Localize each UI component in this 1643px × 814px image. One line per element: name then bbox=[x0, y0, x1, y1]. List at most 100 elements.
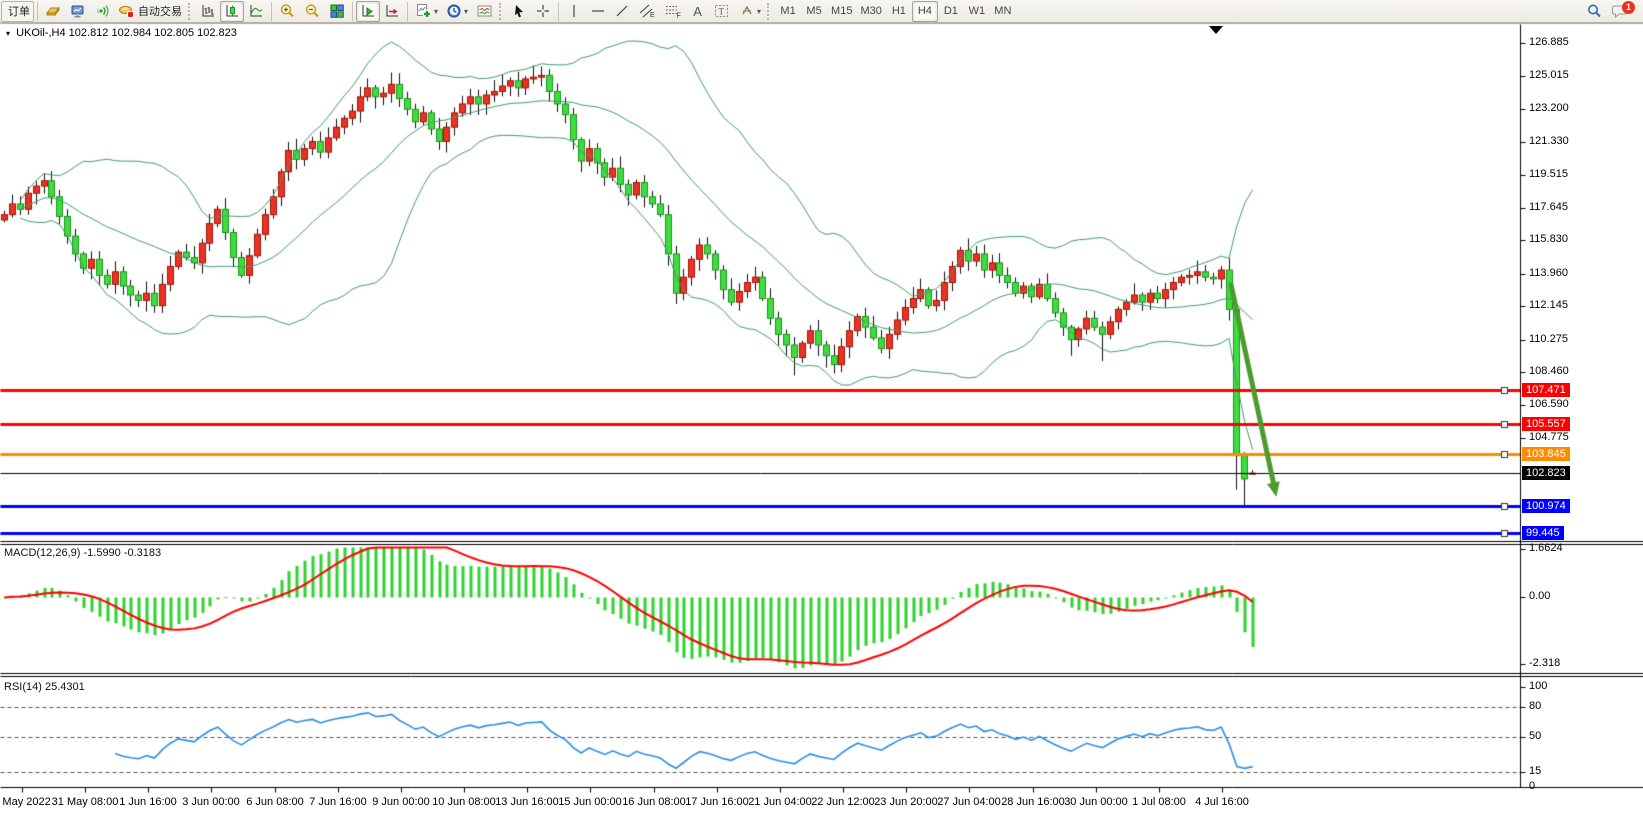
timeframe-button-MN[interactable]: MN bbox=[990, 1, 1016, 22]
dropdown-caret-icon: ▾ bbox=[434, 7, 438, 16]
bar-chart-button[interactable] bbox=[196, 1, 220, 22]
time-axis-label: 6 Jun 08:00 bbox=[246, 796, 304, 808]
timeframe-button-D1[interactable]: D1 bbox=[938, 1, 964, 22]
autotrading-label: 自动交易 bbox=[138, 3, 182, 19]
arrows-button[interactable]: ▾ bbox=[735, 1, 765, 22]
chart-shift-button[interactable] bbox=[380, 1, 404, 22]
chart-symbol-period: UKOil-,H4 bbox=[16, 27, 66, 39]
auto-scroll-button[interactable] bbox=[356, 1, 380, 22]
templates-button[interactable] bbox=[472, 1, 497, 22]
time-axis-label: 13 Jun 16:00 bbox=[495, 796, 559, 808]
rsi-name: RSI(14) bbox=[4, 681, 42, 693]
horizontal-line-icon bbox=[590, 3, 606, 19]
text-label-icon: T bbox=[713, 3, 731, 19]
price-axis-label: 110.275 bbox=[1529, 333, 1568, 345]
dropdown-caret-icon: ▾ bbox=[464, 7, 468, 16]
notifications-button[interactable]: 1 bbox=[1607, 1, 1633, 22]
horizontal-line-button[interactable] bbox=[586, 1, 610, 22]
toolbar-separator bbox=[271, 2, 272, 21]
price-line-badge: 99.445 bbox=[1522, 526, 1564, 540]
toolbar-drag-handle bbox=[188, 3, 193, 20]
mt4-window: 订单 自动交易 bbox=[0, 0, 1643, 814]
periods-clock-icon bbox=[446, 3, 462, 19]
new-chart-icon bbox=[415, 3, 432, 19]
fibonacci-button[interactable]: F bbox=[660, 1, 686, 22]
line-chart-button[interactable] bbox=[244, 1, 268, 22]
chart-area: ▾ UKOil-,H4 102.812 102.984 102.805 102.… bbox=[0, 23, 1643, 814]
new-chart-button[interactable]: ▾ bbox=[411, 1, 442, 22]
time-axis-label: 28 Jun 16:00 bbox=[1001, 796, 1065, 808]
timeframe-button-M5[interactable]: M5 bbox=[801, 1, 827, 22]
price-axis-label: 104.775 bbox=[1529, 431, 1569, 443]
notification-count-badge: 1 bbox=[1622, 1, 1635, 14]
chart-title: ▾ UKOil-,H4 102.812 102.984 102.805 102.… bbox=[6, 27, 237, 39]
chart-canvas[interactable] bbox=[0, 23, 1643, 814]
dropdown-caret-icon: ▾ bbox=[757, 7, 761, 16]
time-axis-label: 3 Jun 00:00 bbox=[182, 796, 240, 808]
signals-button[interactable] bbox=[90, 1, 114, 22]
market-watch-icon bbox=[70, 3, 86, 19]
zoom-in-button[interactable] bbox=[275, 1, 300, 22]
periods-button[interactable]: ▾ bbox=[442, 1, 472, 22]
rsi-axis-label: 15 bbox=[1529, 765, 1541, 777]
cursor-button[interactable] bbox=[507, 1, 531, 22]
chart-shift-marker-icon[interactable] bbox=[1209, 26, 1223, 34]
equidistant-channel-button[interactable]: E bbox=[634, 1, 660, 22]
macd-indicator-label: MACD(12,26,9) -1.5990 -0.3183 bbox=[4, 547, 161, 559]
price-axis-label: 123.200 bbox=[1529, 102, 1569, 114]
timeframe-button-H1[interactable]: H1 bbox=[886, 1, 912, 22]
zoom-out-button[interactable] bbox=[300, 1, 325, 22]
zoom-out-icon bbox=[304, 3, 321, 19]
time-axis-label: 27 Jun 04:00 bbox=[937, 796, 1001, 808]
search-button[interactable] bbox=[1582, 1, 1607, 22]
timeframe-button-H4[interactable]: H4 bbox=[912, 1, 938, 22]
rsi-value: 25.4301 bbox=[45, 681, 85, 693]
svg-text:E: E bbox=[650, 12, 655, 19]
toolbar-separator bbox=[407, 2, 408, 21]
crosshair-button[interactable] bbox=[531, 1, 555, 22]
timeframe-toolbar: M1M5M15M30H1H4D1W1MN bbox=[775, 1, 1016, 22]
text-label-button[interactable]: T bbox=[709, 1, 735, 22]
time-axis-label: 10 Jun 08:00 bbox=[432, 796, 496, 808]
macd-axis-label: -2.318 bbox=[1529, 657, 1560, 669]
tile-windows-button[interactable] bbox=[325, 1, 349, 22]
zoom-in-icon bbox=[279, 3, 296, 19]
text-button[interactable]: A bbox=[686, 1, 709, 22]
price-line-badge: 100.974 bbox=[1522, 499, 1570, 513]
price-axis-label: 112.145 bbox=[1529, 299, 1568, 311]
charts-gold-button[interactable] bbox=[41, 1, 66, 22]
autotrading-icon bbox=[118, 3, 135, 19]
time-axis-label: 23 Jun 20:00 bbox=[874, 796, 938, 808]
autotrading-button[interactable]: 自动交易 bbox=[114, 1, 186, 22]
tile-windows-icon bbox=[329, 3, 345, 19]
timeframe-button-M1[interactable]: M1 bbox=[775, 1, 801, 22]
toolbar-drag-handle bbox=[767, 3, 772, 20]
svg-text:F: F bbox=[677, 13, 681, 20]
vertical-line-button[interactable] bbox=[562, 1, 586, 22]
trendline-button[interactable] bbox=[610, 1, 634, 22]
rsi-axis-label: 50 bbox=[1529, 730, 1541, 742]
timeframe-button-M30[interactable]: M30 bbox=[856, 1, 885, 22]
candlestick-button[interactable] bbox=[220, 1, 244, 22]
signals-icon bbox=[94, 3, 110, 19]
price-line-badge: 107.471 bbox=[1522, 383, 1570, 397]
timeframe-button-W1[interactable]: W1 bbox=[964, 1, 990, 22]
one-click-trading-caret-icon[interactable]: ▾ bbox=[6, 29, 10, 38]
toolbar-drag-handle bbox=[499, 3, 504, 20]
arrows-icon bbox=[739, 3, 755, 19]
cursor-icon bbox=[511, 3, 527, 19]
price-axis-label: 108.460 bbox=[1529, 365, 1569, 377]
new-order-label: 订单 bbox=[8, 3, 30, 19]
price-line-badge: 105.557 bbox=[1522, 417, 1570, 431]
rsi-axis-label: 100 bbox=[1529, 680, 1547, 692]
timeframe-button-M15[interactable]: M15 bbox=[827, 1, 856, 22]
time-axis-label: 9 Jun 00:00 bbox=[372, 796, 430, 808]
price-axis-label: 117.645 bbox=[1529, 201, 1568, 213]
vertical-line-icon bbox=[566, 3, 582, 19]
macd-axis-label: 0.00 bbox=[1529, 590, 1550, 602]
market-watch-button[interactable] bbox=[66, 1, 90, 22]
new-order-button[interactable]: 订单 bbox=[1, 1, 34, 22]
search-icon bbox=[1586, 3, 1603, 19]
price-axis-label: 115.830 bbox=[1529, 233, 1568, 245]
time-axis-label: 16 Jun 08:00 bbox=[622, 796, 686, 808]
